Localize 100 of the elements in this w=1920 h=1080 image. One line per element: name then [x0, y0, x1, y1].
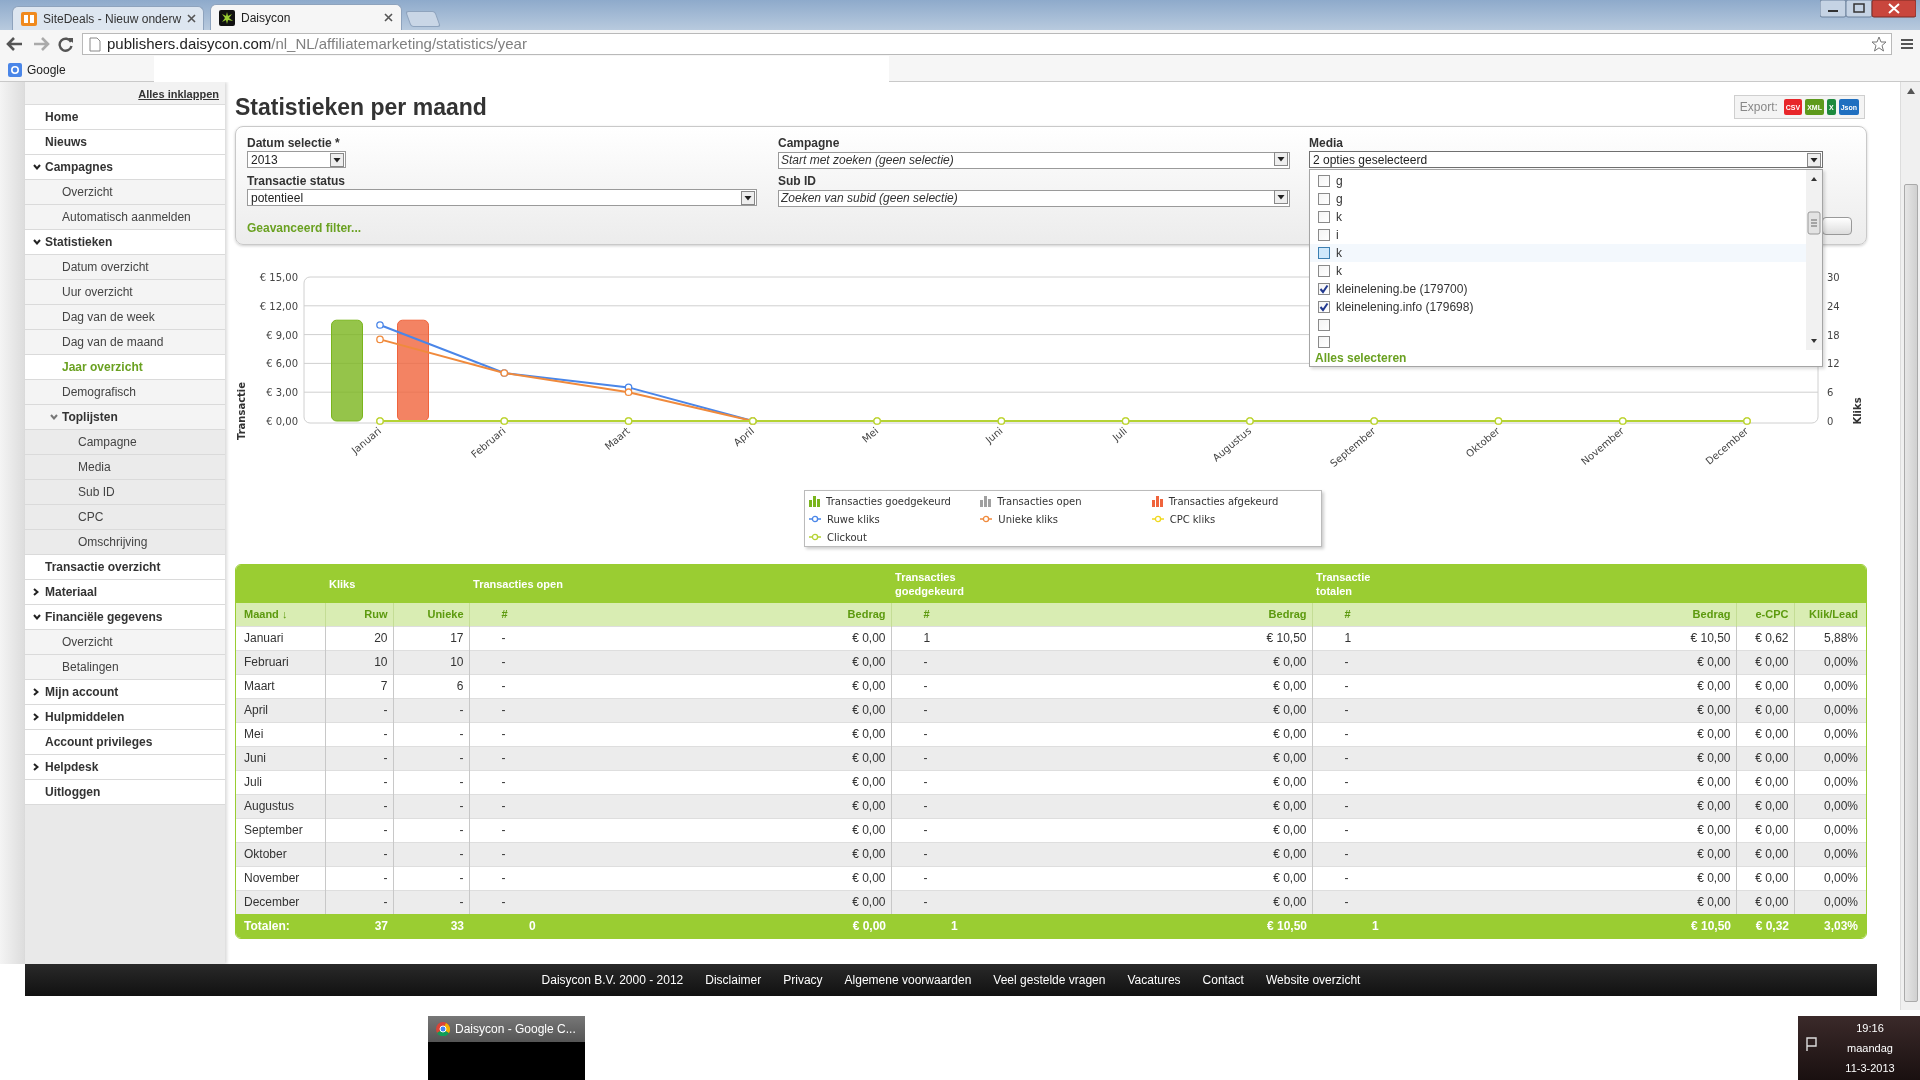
checkbox[interactable] — [1318, 175, 1330, 187]
scrollbar[interactable] — [1806, 170, 1822, 350]
campaign-field[interactable]: Start met zoeken (geen selectie) — [778, 151, 1290, 169]
filter-button[interactable] — [1822, 217, 1852, 235]
legend-label[interactable]: Transacties open — [997, 494, 1082, 510]
option-label[interactable]: kleinelening.be (179700) — [1336, 280, 1468, 298]
checkbox[interactable] — [1318, 335, 1330, 348]
menu-icon[interactable] — [1900, 38, 1914, 50]
sidebar-item[interactable]: Toplijsten — [25, 405, 225, 430]
footer-link[interactable]: Vacatures — [1127, 971, 1181, 989]
flag-icon[interactable] — [1804, 1036, 1820, 1052]
caret-icon[interactable] — [330, 152, 344, 167]
sidebar-item[interactable]: Materiaal — [25, 580, 225, 605]
sidebar-item[interactable]: Omschrijving — [25, 530, 225, 555]
table-cell: 0,00% — [1794, 770, 1866, 794]
sidebar-item[interactable]: Transactie overzicht — [25, 555, 225, 580]
sidebar-item[interactable]: Campagnes — [25, 155, 225, 180]
browser-tab[interactable]: Daisycon — [210, 4, 402, 30]
media-option[interactable]: k — [1310, 244, 1806, 262]
legend-label[interactable]: Clickout — [827, 529, 867, 545]
footer-link[interactable]: Website overzicht — [1265, 971, 1361, 989]
sidebar-item[interactable]: Dag van de week — [25, 305, 225, 330]
sub-id-field[interactable]: Zoeken van subid (geen selectie) — [778, 189, 1290, 207]
legend-label[interactable]: Transacties afgekeurd — [1168, 494, 1279, 510]
status-select[interactable]: potentieel — [247, 189, 757, 206]
sidebar-item[interactable]: Uitloggen — [25, 780, 225, 805]
sidebar-item[interactable]: Uur overzicht — [25, 280, 225, 305]
caret-icon[interactable] — [1807, 152, 1821, 167]
checkbox[interactable] — [1318, 283, 1330, 295]
url-host[interactable]: publishers.daisycon.com — [107, 34, 272, 52]
footer-link[interactable]: Veel gestelde vragen — [993, 971, 1106, 989]
checkbox[interactable] — [1318, 229, 1330, 241]
option-label[interactable]: i — [1336, 226, 1339, 244]
address-bar[interactable]: publishers.daisycon.com/nl_NL/affiliatemarketing/statistics/year — [82, 33, 1892, 55]
sidebar-item[interactable]: Helpdesk — [25, 755, 225, 780]
year-select[interactable]: 2013 — [247, 151, 346, 168]
sidebar-item[interactable]: Automatisch aanmelden — [25, 205, 225, 230]
option-label[interactable]: k — [1336, 208, 1342, 226]
star-icon[interactable] — [1871, 36, 1887, 52]
option-label[interactable]: g — [1336, 190, 1343, 208]
chevron-right-icon[interactable] — [33, 688, 39, 696]
flower-favicon — [219, 9, 235, 26]
chevron-right-icon[interactable] — [33, 588, 39, 596]
checkbox[interactable] — [1318, 301, 1330, 313]
sidebar-item[interactable]: Overzicht — [25, 180, 225, 205]
sidebar-item[interactable]: Campagne — [25, 430, 225, 455]
footer-link[interactable]: Algemene voorwaarden — [844, 971, 972, 989]
sidebar-item[interactable]: Media — [25, 455, 225, 480]
sidebar-item[interactable]: Dag van de maand — [25, 330, 225, 355]
sidebar-item[interactable]: Financiële gegevens — [25, 605, 225, 630]
legend-label[interactable]: CPC kliks — [1169, 512, 1216, 527]
url-path[interactable]: /nl_NL/affiliatemarketing/statistics/year — [271, 34, 527, 52]
option-label[interactable]: g — [1336, 172, 1343, 190]
reload-icon[interactable] — [58, 36, 74, 52]
chevron-down-icon[interactable] — [33, 239, 41, 245]
option-label[interactable]: k — [1336, 244, 1342, 262]
chevron-right-icon[interactable] — [33, 763, 39, 771]
sidebar-item[interactable]: Betalingen — [25, 655, 225, 680]
footer-link[interactable]: Privacy — [783, 971, 823, 989]
checkbox[interactable] — [1318, 318, 1330, 331]
caret-icon[interactable] — [1274, 190, 1288, 204]
sidebar-item[interactable]: Hulpmiddelen — [25, 705, 225, 730]
sidebar-item[interactable]: Datum overzicht — [25, 255, 225, 280]
option-label[interactable]: kleinelening.info (179698) — [1336, 298, 1474, 316]
caret-icon[interactable] — [1274, 152, 1288, 166]
checkbox[interactable] — [1318, 193, 1330, 205]
checkbox[interactable] — [1318, 265, 1330, 277]
taskbar-button[interactable]: Daisycon - Google C... — [428, 1016, 585, 1080]
media-select[interactable]: 2 opties geselecteerd — [1309, 151, 1823, 168]
caret-icon[interactable] — [741, 190, 755, 205]
checkbox[interactable] — [1318, 211, 1330, 223]
bookmark[interactable]: Google — [8, 60, 66, 79]
sidebar-item[interactable]: Mijn account — [25, 680, 225, 705]
back-icon[interactable] — [6, 36, 24, 52]
checkbox[interactable] — [1318, 247, 1330, 259]
sidebar-item[interactable]: Demografisch — [25, 380, 225, 405]
chevron-down-icon[interactable] — [33, 614, 41, 620]
scrollbar[interactable] — [1900, 82, 1920, 1010]
sidebar-item[interactable]: CPC — [25, 505, 225, 530]
sidebar-item[interactable]: Sub ID — [25, 480, 225, 505]
footer-link[interactable]: Disclaimer — [705, 971, 762, 989]
sidebar-item[interactable]: Account privileges — [25, 730, 225, 755]
legend-label[interactable]: Unieke kliks — [998, 512, 1059, 527]
sidebar-item[interactable]: Statistieken — [25, 230, 225, 255]
legend-label[interactable]: Ruwe kliks — [827, 512, 880, 527]
chevron-right-icon[interactable] — [33, 713, 39, 721]
chevron-down-icon[interactable] — [33, 164, 41, 170]
close-icon[interactable] — [187, 14, 197, 23]
scroll-up-icon[interactable] — [1906, 88, 1915, 94]
footer-link[interactable]: Contact — [1202, 971, 1244, 989]
option-label[interactable]: k — [1336, 262, 1342, 280]
sidebar-item[interactable]: Home — [25, 105, 225, 130]
window-controls-drawing[interactable] — [1820, 0, 1916, 18]
table-cell: 0,00% — [1794, 794, 1866, 818]
table-cell: - — [891, 722, 971, 746]
sidebar-item[interactable]: Nieuws — [25, 130, 225, 155]
browser-tab[interactable]: SiteDeals - Nieuw onderw — [12, 6, 204, 30]
close-icon[interactable] — [384, 13, 393, 22]
legend-label[interactable]: Transacties goedgekeurd — [826, 494, 951, 510]
sidebar-item[interactable]: Overzicht — [25, 630, 225, 655]
